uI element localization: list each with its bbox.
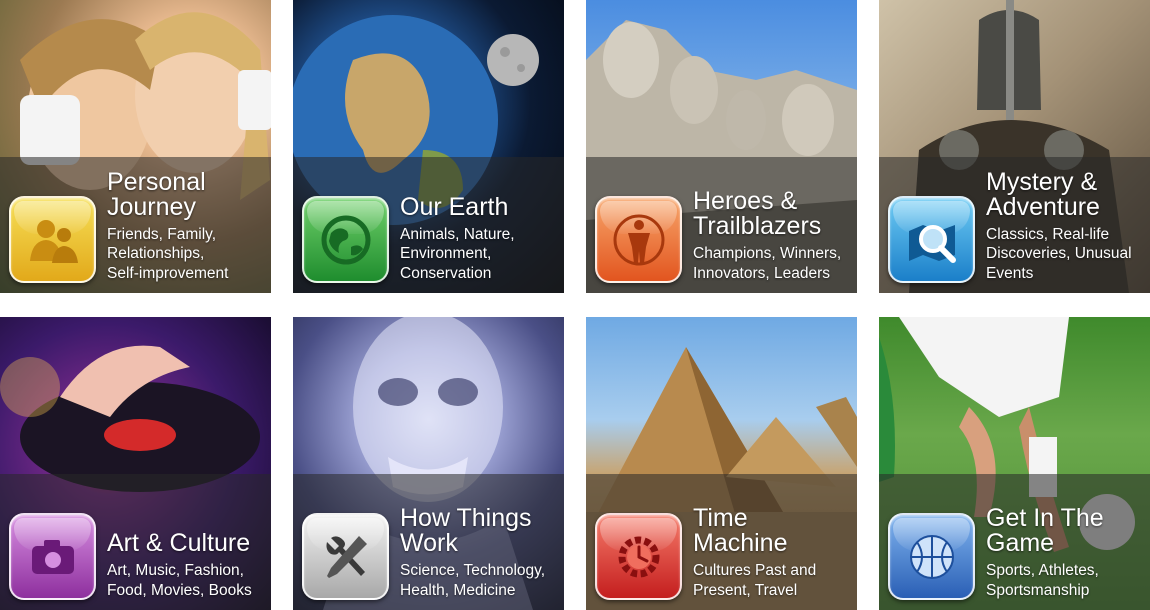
magnifier-icon[interactable] (888, 196, 975, 283)
tile-subtitle-line: Relationships, (107, 245, 205, 262)
camera-icon[interactable] (9, 513, 96, 600)
tile-subtitle-line: Health, Medicine (400, 581, 516, 599)
tools-icon[interactable] (302, 513, 389, 600)
tile-subtitle-line: Sports, Athletes, (986, 562, 1099, 579)
tile-subtitle: Art, Music, Fashion, Food, Movies, Books (107, 561, 267, 600)
tile-title: Get In The Game (986, 506, 1146, 556)
tile-subtitle-line: Present, Travel (693, 581, 798, 599)
tile-heroes-trailblazers[interactable]: Heroes & Trailblazers Champions, Winners… (586, 0, 857, 293)
tile-title: Personal Journey (107, 167, 267, 221)
tile-title-line: Time (693, 504, 748, 532)
tile-subtitle: Animals, Nature, Environment, Conservati… (400, 225, 560, 284)
tile-mystery-adventure[interactable]: Mystery & Adventure Classics, Real-life … (879, 0, 1150, 293)
tile-title-line: How Things (400, 504, 532, 532)
tile-title-line: Game (986, 529, 1055, 557)
tile-title-line: Journey (107, 192, 196, 221)
tile-subtitle-line: Classics, Real-life (986, 225, 1110, 243)
tile-subtitle-line: Conservation (400, 264, 492, 282)
tile-title: Art & Culture (107, 531, 267, 556)
tile-title: Heroes & Trailblazers (693, 189, 853, 239)
tile-title-line: Mystery & (986, 167, 1098, 196)
tile-our-earth[interactable]: Our Earth Animals, Nature, Environment, … (293, 0, 564, 293)
tile-subtitle: Cultures Past and Present, Travel (693, 561, 853, 600)
tile-subtitle-line: Champions, Winners, (693, 245, 842, 262)
tile-subtitle: Sports, Athletes, Sportsmanship (986, 561, 1146, 600)
tile-subtitle-line: Science, Technology, (400, 562, 546, 579)
tile-subtitle-line: Self-improvement (107, 264, 229, 282)
tile-subtitle-line: Friends, Family, (107, 225, 217, 243)
tile-subtitle: Classics, Real-life Discoveries, Unusual… (986, 225, 1146, 284)
tile-subtitle-line: Innovators, Leaders (693, 264, 831, 282)
tile-subtitle-line: Environment, (400, 245, 492, 262)
tile-title-line: Trailblazers (693, 212, 822, 240)
tile-time-machine[interactable]: Time Machine Cultures Past and Present, … (586, 317, 857, 610)
tile-subtitle-line: Sportsmanship (986, 581, 1090, 599)
tile-title-line: Adventure (986, 192, 1100, 221)
tile-title: Mystery & Adventure (986, 167, 1146, 221)
tile-title-line: Machine (693, 529, 788, 557)
tile-subtitle-line: Animals, Nature, (400, 225, 515, 243)
tile-subtitle: Champions, Winners, Innovators, Leaders (693, 244, 853, 283)
globe-icon[interactable] (302, 196, 389, 283)
gear-clock-icon[interactable] (595, 513, 682, 600)
tile-subtitle-line: Cultures Past and (693, 562, 817, 579)
people-icon[interactable] (9, 196, 96, 283)
tile-title: How Things Work (400, 506, 560, 556)
tile-title-line: Our Earth (400, 192, 509, 221)
tile-subtitle-line: Food, Movies, Books (107, 581, 252, 599)
tile-personal-journey[interactable]: Personal Journey Friends, Family, Relati… (0, 0, 271, 293)
tile-title-line: Art & Culture (107, 529, 251, 557)
hero-icon[interactable] (595, 196, 682, 283)
tile-title-line: Get In The (986, 504, 1104, 532)
tile-title: Time Machine (693, 506, 853, 556)
tile-how-things-work[interactable]: How Things Work Science, Technology, Hea… (293, 317, 564, 610)
tile-art-culture[interactable]: Art & Culture Art, Music, Fashion, Food,… (0, 317, 271, 610)
tile-title-line: Work (400, 529, 458, 557)
basketball-icon[interactable] (888, 513, 975, 600)
tile-subtitle-line: Discoveries, Unusual (986, 245, 1132, 262)
tile-subtitle: Science, Technology, Health, Medicine (400, 561, 560, 600)
tile-subtitle: Friends, Family, Relationships, Self-imp… (107, 225, 267, 284)
tile-title-line: Personal (107, 167, 206, 196)
tile-title: Our Earth (400, 192, 560, 221)
tile-subtitle-line: Art, Music, Fashion, (107, 562, 244, 579)
tile-subtitle-line: Events (986, 264, 1034, 282)
tile-title-line: Heroes & (693, 187, 798, 215)
tile-get-in-the-game[interactable]: Get In The Game Sports, Athletes, Sports… (879, 317, 1150, 610)
